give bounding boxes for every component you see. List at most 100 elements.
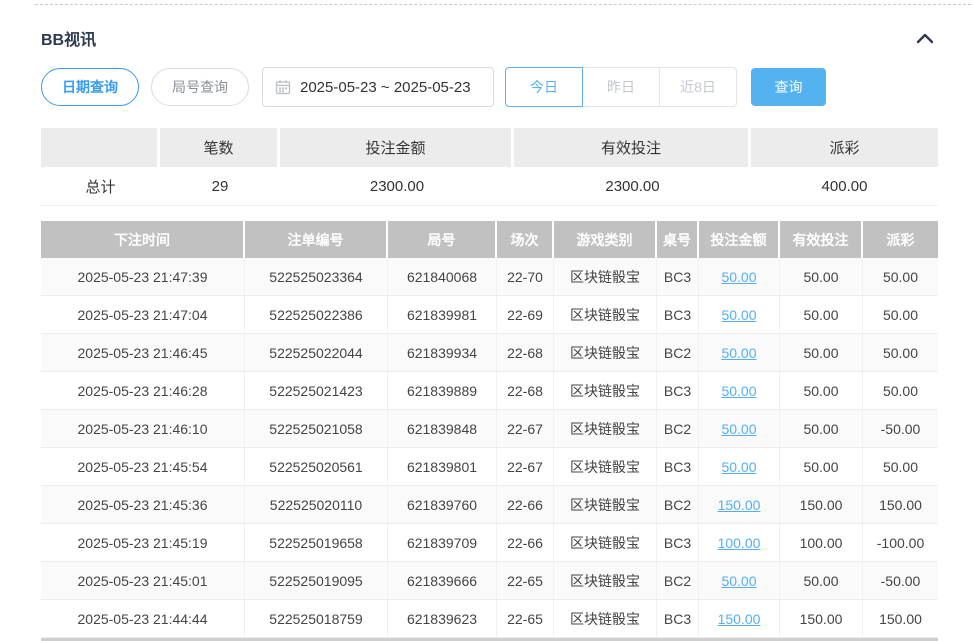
bet-amount-cell: 50.00: [699, 258, 780, 296]
session-cell: 22-67: [497, 410, 554, 448]
yesterday-button[interactable]: 昨日: [582, 67, 660, 107]
game-type-cell: 区块链骰宝: [554, 524, 657, 562]
round-cell: 621839981: [388, 296, 497, 334]
valid-bet-cell: 50.00: [780, 372, 863, 410]
valid-bet-cell: 100.00: [780, 524, 863, 562]
bet-time-cell: 2025-05-23 21:47:39: [41, 258, 245, 296]
table-no-cell: BC2: [657, 486, 699, 524]
table-no-cell: BC2: [657, 334, 699, 372]
bet-time-cell: 2025-05-23 21:45:36: [41, 486, 245, 524]
bet-amount-link[interactable]: 50.00: [721, 383, 756, 399]
payout-cell: -100.00: [863, 524, 938, 562]
records-table: 下注时间 注单编号 局号 场次 游戏类别 桌号 投注金额 有效投注 派彩 202…: [41, 221, 938, 638]
session-cell: 22-66: [497, 524, 554, 562]
summary-header-valid-bet: 有效投注: [514, 128, 751, 167]
summary-header-count: 笔数: [160, 128, 280, 167]
summary-header-empty: [41, 128, 160, 167]
bet-id-cell: 522525019658: [245, 524, 388, 562]
bet-time-cell: 2025-05-23 21:45:01: [41, 562, 245, 600]
bet-amount-link[interactable]: 150.00: [718, 497, 761, 513]
summary-header-row: 笔数 投注金额 有效投注 派彩: [41, 128, 938, 167]
bet-amount-link[interactable]: 50.00: [721, 345, 756, 361]
bet-amount-link[interactable]: 100.00: [718, 535, 761, 551]
record-row: 2025-05-23 21:47:04522525022386621839981…: [41, 296, 938, 334]
payout-cell: -50.00: [863, 410, 938, 448]
col-header-payout: 派彩: [863, 221, 938, 258]
col-header-bet-amount: 投注金额: [699, 221, 780, 258]
last-8-days-button[interactable]: 近8日: [659, 67, 737, 107]
session-cell: 22-70: [497, 258, 554, 296]
round-cell: 621839623: [388, 600, 497, 638]
bet-amount-link[interactable]: 50.00: [721, 459, 756, 475]
col-header-valid-bet: 有效投注: [780, 221, 863, 258]
bet-amount-cell: 100.00: [699, 524, 780, 562]
record-row: 2025-05-23 21:46:10522525021058621839848…: [41, 410, 938, 448]
table-no-cell: BC3: [657, 258, 699, 296]
record-row: 2025-05-23 21:46:45522525022044621839934…: [41, 334, 938, 372]
game-type-cell: 区块链骰宝: [554, 486, 657, 524]
game-type-cell: 区块链骰宝: [554, 372, 657, 410]
bet-amount-link[interactable]: 50.00: [721, 421, 756, 437]
valid-bet-cell: 50.00: [780, 258, 863, 296]
record-row: 2025-05-23 21:45:19522525019658621839709…: [41, 524, 938, 562]
valid-bet-cell: 50.00: [780, 296, 863, 334]
summary-total-bet-amount: 2300.00: [280, 167, 514, 206]
bet-amount-cell: 150.00: [699, 600, 780, 638]
bet-amount-cell: 50.00: [699, 334, 780, 372]
collapse-section-button[interactable]: [912, 27, 938, 49]
game-type-cell: 区块链骰宝: [554, 562, 657, 600]
payout-cell: 50.00: [863, 448, 938, 486]
bet-time-cell: 2025-05-23 21:46:45: [41, 334, 245, 372]
round-cell: 621839934: [388, 334, 497, 372]
col-header-bet-time: 下注时间: [41, 221, 245, 258]
bet-time-cell: 2025-05-23 21:45:54: [41, 448, 245, 486]
date-query-tab[interactable]: 日期查询: [41, 68, 139, 106]
record-row: 2025-05-23 21:45:01522525019095621839666…: [41, 562, 938, 600]
bet-amount-cell: 50.00: [699, 562, 780, 600]
session-cell: 22-67: [497, 448, 554, 486]
session-cell: 22-65: [497, 562, 554, 600]
search-button[interactable]: 查询: [751, 68, 826, 106]
round-query-tab[interactable]: 局号查询: [151, 68, 249, 106]
session-cell: 22-68: [497, 372, 554, 410]
valid-bet-cell: 50.00: [780, 334, 863, 372]
bet-amount-cell: 50.00: [699, 296, 780, 334]
payout-cell: 50.00: [863, 296, 938, 334]
bet-amount-link[interactable]: 50.00: [721, 573, 756, 589]
bet-amount-link[interactable]: 50.00: [721, 269, 756, 285]
today-button[interactable]: 今日: [505, 67, 583, 107]
top-dashed-divider: [35, 4, 971, 5]
bet-amount-cell: 50.00: [699, 410, 780, 448]
summary-total-valid-bet: 2300.00: [514, 167, 751, 206]
bet-amount-link[interactable]: 150.00: [718, 611, 761, 627]
table-no-cell: BC3: [657, 372, 699, 410]
col-header-bet-id: 注单编号: [245, 221, 388, 258]
table-no-cell: BC3: [657, 448, 699, 486]
col-header-round: 局号: [388, 221, 497, 258]
record-row: 2025-05-23 21:45:54522525020561621839801…: [41, 448, 938, 486]
round-cell: 621839666: [388, 562, 497, 600]
session-cell: 22-69: [497, 296, 554, 334]
bet-id-cell: 522525019095: [245, 562, 388, 600]
session-cell: 22-65: [497, 600, 554, 638]
bet-records-page: BB视讯 日期查询 局号查询: [0, 0, 974, 641]
quick-date-button-group: 今日 昨日 近8日: [505, 67, 737, 107]
session-cell: 22-68: [497, 334, 554, 372]
bet-time-cell: 2025-05-23 21:45:19: [41, 524, 245, 562]
bet-time-cell: 2025-05-23 21:46:10: [41, 410, 245, 448]
page-title: BB视讯: [41, 26, 96, 50]
bet-id-cell: 522525021423: [245, 372, 388, 410]
valid-bet-cell: 50.00: [780, 448, 863, 486]
record-row: 2025-05-23 21:46:28522525021423621839889…: [41, 372, 938, 410]
records-table-wrap: 下注时间 注单编号 局号 场次 游戏类别 桌号 投注金额 有效投注 派彩 202…: [41, 221, 938, 641]
bet-amount-link[interactable]: 50.00: [721, 307, 756, 323]
bet-amount-cell: 50.00: [699, 448, 780, 486]
payout-cell: 150.00: [863, 486, 938, 524]
section-header: BB视讯: [41, 26, 938, 50]
payout-cell: 50.00: [863, 372, 938, 410]
bet-id-cell: 522525020561: [245, 448, 388, 486]
payout-cell: 50.00: [863, 258, 938, 296]
date-range-input[interactable]: 2025-05-23 ~ 2025-05-23: [262, 67, 494, 107]
col-header-game-type: 游戏类别: [554, 221, 657, 258]
valid-bet-cell: 50.00: [780, 562, 863, 600]
